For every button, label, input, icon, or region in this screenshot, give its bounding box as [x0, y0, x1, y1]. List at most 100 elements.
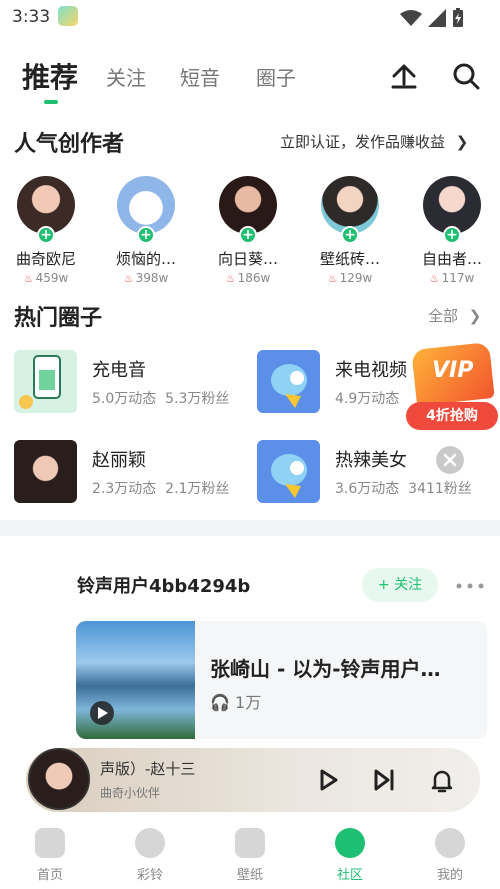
- creator-name: 向日葵…: [217, 250, 278, 268]
- nav-profile[interactable]: 我的: [415, 828, 485, 883]
- tab-circles[interactable]: 圈子: [256, 62, 296, 91]
- nav-wallpaper-label: 壁纸: [236, 868, 263, 883]
- app-notification-icon: [58, 6, 78, 26]
- avatar: +: [117, 176, 175, 244]
- circle-fans: 3411粉丝: [408, 481, 472, 497]
- creator-card[interactable]: + 曲奇欧尼 ♨ 459w: [0, 176, 92, 285]
- flame-icon: ♨: [429, 272, 440, 285]
- creator-heat: 398w: [135, 271, 169, 285]
- creator-name: 壁纸砖…: [319, 250, 380, 268]
- close-icon[interactable]: [436, 446, 464, 474]
- avatar: +: [219, 176, 277, 244]
- vip-badge-text: VIP: [432, 358, 474, 383]
- player-track-title: 声版）-赵十三: [100, 760, 196, 778]
- song-play-count: 🎧 1万: [210, 689, 261, 713]
- chevron-right-icon: ❯: [468, 307, 482, 325]
- follow-plus-icon[interactable]: +: [37, 226, 55, 244]
- creator-heat: 117w: [441, 271, 475, 285]
- avatar: +: [17, 176, 75, 244]
- community-planet-icon: [335, 828, 365, 858]
- follow-button[interactable]: + 关注: [362, 568, 438, 602]
- follow-plus-icon[interactable]: +: [239, 226, 257, 244]
- circle-thumbnail: [257, 440, 320, 503]
- nav-profile-label: 我的: [436, 868, 463, 883]
- system-icons: [400, 8, 464, 28]
- bottom-nav: 首页 彩铃 壁纸 社区 我的: [0, 820, 500, 889]
- creator-heat: 129w: [339, 271, 373, 285]
- tab-following[interactable]: 关注: [106, 62, 146, 91]
- flame-icon: ♨: [327, 272, 338, 285]
- circle-posts: 2.3万动态: [92, 481, 157, 497]
- circle-thumbnail: [14, 440, 77, 503]
- player-artist: 曲奇小伙伴: [100, 786, 161, 800]
- creators-section-title: 人气创作者: [14, 132, 125, 157]
- status-bar: 3:33: [0, 0, 500, 34]
- upload-icon[interactable]: [390, 62, 418, 90]
- circle-posts: 4.9万动态: [335, 391, 400, 407]
- follow-plus-icon[interactable]: +: [341, 226, 359, 244]
- circle-posts: 3.6万动态: [335, 481, 400, 497]
- circle-name: 热辣美女: [335, 450, 407, 471]
- creator-heat: 186w: [237, 271, 271, 285]
- song-card[interactable]: 张崎山 - 以为-铃声用户… 🎧 1万: [76, 621, 487, 739]
- follow-plus-icon[interactable]: +: [137, 226, 155, 244]
- creator-card[interactable]: + 自由者… ♨ 117w: [406, 176, 498, 285]
- wifi-icon: [400, 10, 422, 26]
- circle-name: 赵丽颖: [92, 450, 146, 471]
- flame-icon: ♨: [23, 272, 34, 285]
- nav-wallpaper[interactable]: 壁纸: [215, 828, 285, 883]
- nav-home[interactable]: 首页: [15, 828, 85, 883]
- next-track-icon[interactable]: [370, 766, 398, 794]
- creator-heat: 459w: [35, 271, 69, 285]
- home-icon: [35, 828, 65, 858]
- nav-community[interactable]: 社区: [315, 828, 385, 883]
- creator-card[interactable]: + 烦恼的… ♨ 398w: [100, 176, 192, 285]
- profile-icon: [435, 828, 465, 858]
- bell-icon[interactable]: [428, 766, 456, 794]
- vip-promo-badge[interactable]: VIP 4折抢购: [404, 342, 498, 432]
- circle-posts: 5.0万动态: [92, 391, 157, 407]
- section-divider: [0, 520, 500, 536]
- more-options-icon[interactable]: [455, 576, 485, 596]
- tab-recommend[interactable]: 推荐: [22, 56, 78, 96]
- avatar: +: [321, 176, 379, 244]
- circle-name: 来电视频: [335, 360, 407, 381]
- creator-name: 烦恼的…: [115, 250, 176, 268]
- avatar: +: [423, 176, 481, 244]
- chevron-right-icon: ❯: [455, 133, 469, 151]
- nav-home-label: 首页: [36, 868, 63, 883]
- active-tab-indicator: [44, 100, 58, 104]
- follow-plus-icon[interactable]: +: [443, 226, 461, 244]
- circle-fans: 5.3万粉丝: [165, 391, 230, 407]
- song-plays-value: 1万: [235, 693, 262, 712]
- creator-card[interactable]: + 向日葵… ♨ 186w: [202, 176, 294, 285]
- circle-thumbnail: [14, 350, 77, 413]
- circles-section-title: 热门圈子: [14, 306, 103, 331]
- search-icon[interactable]: [452, 62, 480, 90]
- creator-name: 曲奇欧尼: [15, 250, 76, 268]
- battery-icon: [453, 8, 463, 27]
- wallpaper-icon: [235, 828, 265, 858]
- nav-ringtone-label: 彩铃: [136, 868, 163, 883]
- nav-ringtone[interactable]: 彩铃: [115, 828, 185, 883]
- player-cover: [28, 748, 90, 810]
- all-circles-label: 全部: [428, 307, 459, 325]
- status-time: 3:33: [12, 7, 51, 27]
- play-icon[interactable]: [314, 766, 342, 794]
- circle-fans: 2.1万粉丝: [165, 481, 230, 497]
- creator-certify-label: 立即认证，发作品赚收益: [280, 133, 446, 151]
- flame-icon: ♨: [225, 272, 236, 285]
- music-note-icon: [135, 828, 165, 858]
- circle-name: 充电音: [92, 360, 146, 381]
- top-nav: 推荐 关注 短音 圈子: [0, 48, 500, 104]
- mini-player[interactable]: 声版）-赵十三 曲奇小伙伴: [26, 748, 480, 812]
- circle-thumbnail: [257, 350, 320, 413]
- creator-card[interactable]: + 壁纸砖… ♨ 129w: [304, 176, 396, 285]
- song-cover: [76, 621, 195, 739]
- tab-short-audio[interactable]: 短音: [180, 62, 220, 91]
- all-circles-link[interactable]: 全部 ❯: [428, 305, 481, 326]
- nav-community-label: 社区: [336, 868, 363, 883]
- post-username[interactable]: 铃声用户4bb4294b: [77, 572, 250, 598]
- song-title: 张崎山 - 以为-铃声用户…: [210, 657, 441, 681]
- creator-certify-link[interactable]: 立即认证，发作品赚收益 ❯: [280, 131, 468, 152]
